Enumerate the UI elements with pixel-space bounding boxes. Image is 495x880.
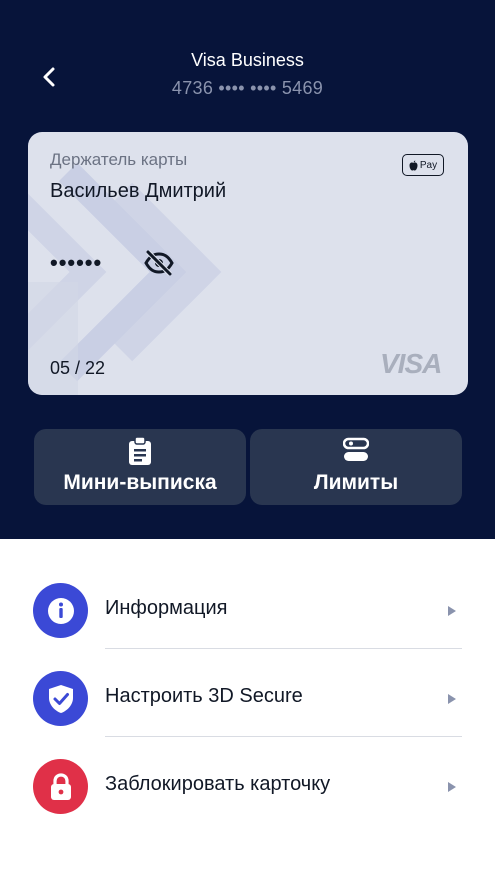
limits-button[interactable]: Лимиты [250,429,462,505]
apple-pay-label: Pay [419,159,438,171]
card-header-section: Visa Business 4736 •••• •••• 5469 Держат… [0,0,495,539]
lock-icon [33,759,88,814]
bank-card: Держатель карты Васильев Дмитрий Pay •••… [28,132,468,395]
toggle-limits-icon [342,437,370,463]
chevron-right-icon [448,782,456,792]
clipboard-icon [127,436,153,465]
page-title: Visa Business [191,50,304,70]
chevron-right-icon [448,694,456,704]
limits-label: Лимиты [313,471,399,494]
menu-item-information[interactable]: Информация [0,561,495,649]
masked-card-code: •••••• [50,250,103,275]
eye-off-icon [144,250,174,276]
menu-label-information: Информация [105,597,228,619]
mini-statement-label: Мини-выписка [63,471,217,494]
card-expiry: 05 / 22 [50,358,106,378]
menu-item-3d-secure[interactable]: Настроить 3D Secure [0,649,495,737]
card-holder-name: Васильев Дмитрий [50,180,227,202]
menu-label-3d-secure: Настроить 3D Secure [105,685,303,707]
mini-statement-button[interactable]: Мини-выписка [34,429,246,505]
shield-check-icon [33,671,88,726]
menu-label-block-card: Заблокировать карточку [105,773,331,795]
menu-item-block-card[interactable]: Заблокировать карточку [0,737,495,825]
card-holder-label: Держатель карты [50,150,188,169]
apple-pay-badge: Pay [402,154,444,176]
chevron-right-icon [448,606,456,616]
visa-logo: VISA [380,348,442,379]
toggle-visibility-button[interactable] [144,250,174,281]
info-icon [33,583,88,638]
masked-card-number: 4736 •••• •••• 5469 [171,78,324,98]
apple-icon [409,160,418,170]
